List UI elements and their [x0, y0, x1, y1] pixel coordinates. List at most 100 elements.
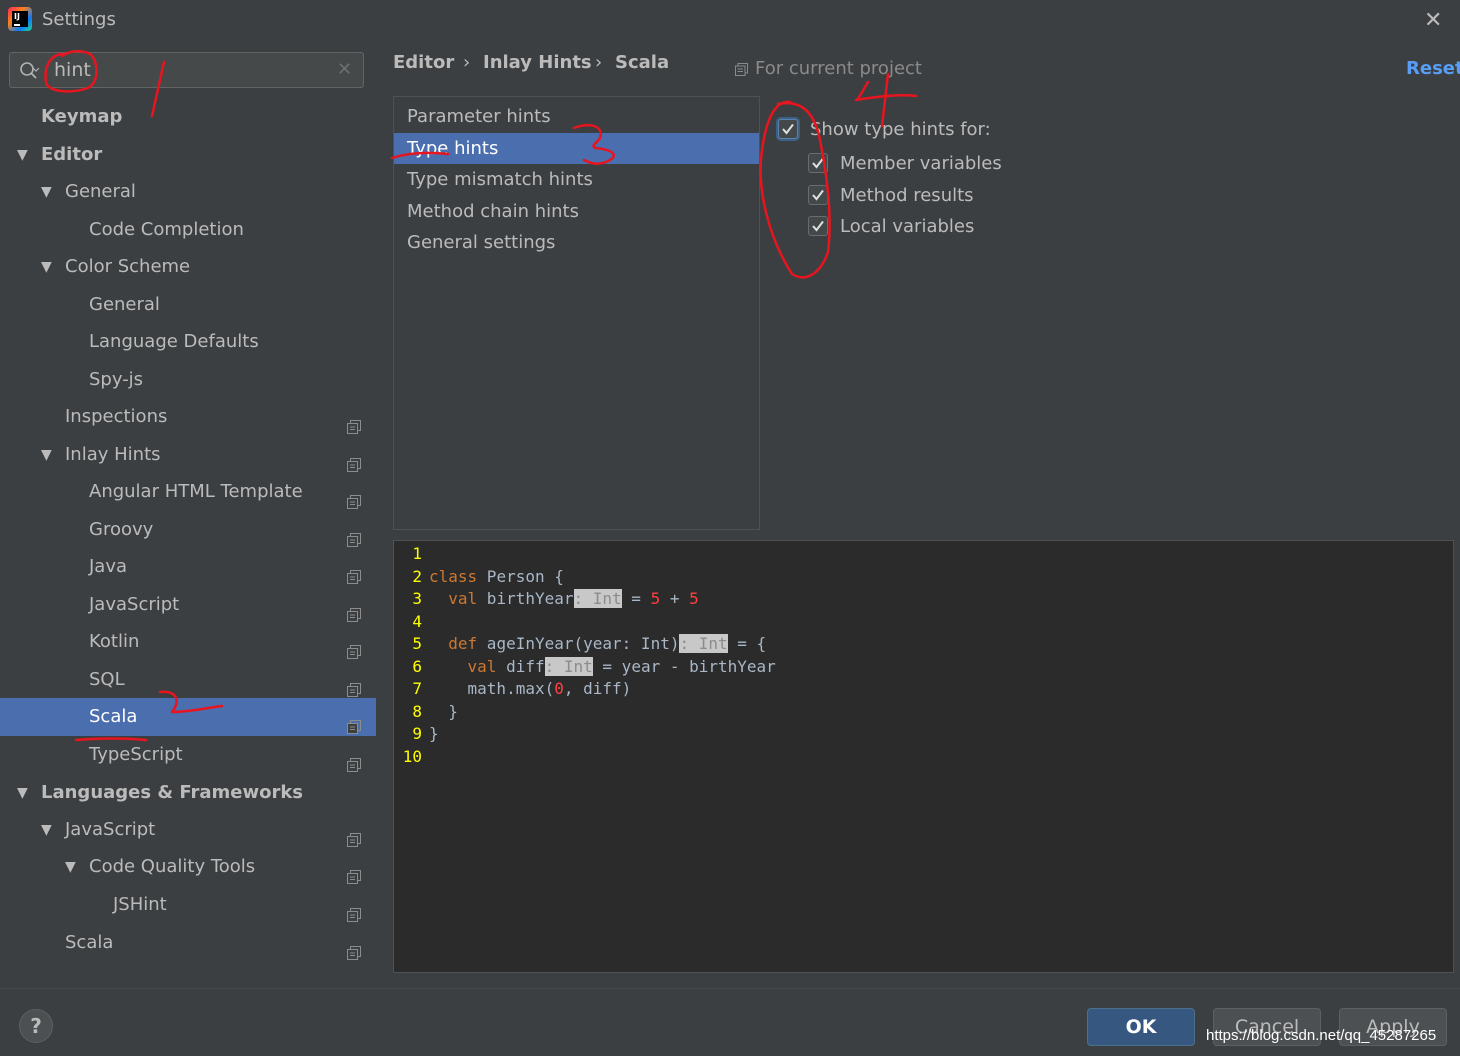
check-icon: [782, 123, 794, 135]
tree-item-label: Spy-js: [89, 369, 144, 390]
tree-item-scala[interactable]: Scala: [0, 698, 376, 736]
line-number: 3: [412, 589, 422, 608]
tree-item-label: Inspections: [65, 406, 168, 427]
line-number: 9: [412, 724, 422, 743]
hint-category-general-settings[interactable]: General settings: [394, 227, 759, 258]
window-title: Settings: [42, 9, 116, 30]
check-icon: [812, 189, 824, 201]
tree-item-label: JavaScript: [89, 594, 180, 615]
project-scope-icon: [347, 635, 361, 659]
tree-item-keymap[interactable]: Keymap: [0, 98, 376, 136]
tree-item-angular-html-template[interactable]: Angular HTML Template: [0, 473, 376, 511]
tree-item-code-completion[interactable]: Code Completion: [0, 211, 376, 249]
tree-item-label: JavaScript: [65, 819, 156, 840]
hint-category-type-hints[interactable]: Type hints: [394, 132, 759, 164]
tree-item-spy-js[interactable]: Spy-js: [0, 361, 376, 399]
tree-item-editor[interactable]: ▼ Editor: [0, 136, 376, 174]
breadcrumb-item-editor: Editor: [393, 52, 455, 73]
tree-item-general[interactable]: General: [0, 286, 376, 324]
expand-arrow-icon[interactable]: ▼: [41, 436, 52, 474]
tree-item-inlay-hints[interactable]: ▼ Inlay Hints: [0, 436, 376, 474]
breadcrumb-separator: ›: [463, 52, 471, 73]
tree-item-general[interactable]: ▼ General: [0, 173, 376, 211]
project-scope-icon: [735, 63, 748, 76]
checkbox[interactable]: [808, 153, 828, 173]
tree-item-label: Languages & Frameworks: [41, 782, 304, 803]
search-input[interactable]: [54, 57, 324, 83]
tree-item-code-quality-tools[interactable]: ▼ Code Quality Tools: [0, 848, 376, 886]
tree-item-label: Color Scheme: [65, 256, 191, 277]
project-scope-icon: [347, 898, 361, 922]
tree-item-languages-and-frameworks[interactable]: ▼ Languages & Frameworks: [0, 774, 376, 812]
tree-item-label: Editor: [41, 144, 103, 165]
checkbox[interactable]: [808, 185, 828, 205]
tree-item-label: Java: [89, 556, 128, 577]
local-variables-checkbox[interactable]: Local variables: [808, 214, 1028, 240]
expand-arrow-icon[interactable]: ▼: [65, 848, 76, 886]
tree-item-javascript[interactable]: JavaScript: [0, 586, 376, 624]
expand-arrow-icon[interactable]: ▼: [17, 136, 28, 174]
member-variables-checkbox[interactable]: Member variables: [808, 151, 1028, 177]
method-results-checkbox[interactable]: Method results: [808, 183, 1028, 209]
expand-arrow-icon[interactable]: ▼: [41, 811, 52, 849]
code-preview[interactable]: 1 2 class Person {3 val birthYear: Int = 5…: [393, 540, 1454, 973]
line-number: 5: [412, 634, 422, 653]
tree-item-typescript[interactable]: TypeScript: [0, 736, 376, 774]
code-text: val birthYear: Int = 5 + 5: [448, 589, 699, 608]
checkbox-label: Method results: [840, 185, 974, 206]
tree-item-label: Scala: [65, 932, 114, 953]
hint-category-list: Parameter hints Type hints Type mismatch h…: [393, 96, 760, 530]
tree-item-inspections[interactable]: Inspections: [0, 398, 376, 436]
close-icon[interactable]: ✕: [1424, 8, 1442, 33]
help-button[interactable]: ?: [19, 1009, 53, 1043]
line-number: 2: [412, 566, 422, 586]
tree-item-java[interactable]: Java: [0, 548, 376, 586]
code-text: val diff: Int = year - birthYear: [467, 656, 776, 676]
breadcrumb-separator: ›: [595, 52, 603, 73]
project-scope-icon: [347, 410, 361, 434]
line-number: 7: [412, 679, 422, 698]
tree-item-label: JSHint: [113, 894, 167, 915]
expand-arrow-icon[interactable]: ▼: [41, 248, 52, 286]
hint-category-type-mismatch-hints[interactable]: Type mismatch hints: [394, 164, 759, 195]
tree-item-label: Code Quality Tools: [89, 856, 256, 877]
expand-arrow-icon[interactable]: ▼: [41, 173, 52, 211]
tree-item-label: Keymap: [41, 106, 123, 127]
checkbox[interactable]: [808, 216, 828, 236]
search-icon[interactable]: [18, 60, 40, 82]
intellij-app-icon: IJ: [8, 7, 32, 31]
scope-label: For current project: [755, 58, 922, 79]
tree-item-groovy[interactable]: Groovy: [0, 511, 376, 549]
tree-item-label: Scala: [89, 706, 138, 727]
ok-button[interactable]: OK: [1087, 1008, 1195, 1046]
check-icon: [812, 220, 824, 232]
project-scope-icon: [347, 673, 361, 697]
checkbox-label: Show type hints for:: [810, 119, 991, 140]
expand-arrow-icon[interactable]: ▼: [17, 774, 28, 812]
tree-item-jshint[interactable]: JSHint: [0, 886, 376, 924]
hint-category-method-chain-hints[interactable]: Method chain hints: [394, 196, 759, 227]
check-icon: [812, 157, 824, 169]
project-scope-icon: [347, 936, 361, 960]
tree-item-sql[interactable]: SQL: [0, 661, 376, 699]
show-type-hints-checkbox[interactable]: Show type hints for:: [778, 117, 1038, 143]
tree-item-kotlin[interactable]: Kotlin: [0, 623, 376, 661]
inlay-type-hint: : Int: [573, 589, 622, 608]
project-scope-icon: [347, 560, 361, 584]
code-text: def ageInYear(year: Int): Int = {: [448, 634, 767, 653]
code-text: math.max(0, diff): [429, 679, 632, 698]
tree-item-javascript[interactable]: ▼ JavaScript: [0, 811, 376, 849]
clear-search-icon[interactable]: ✕: [337, 59, 352, 80]
code-text: class Person {: [429, 566, 564, 586]
tree-item-language-defaults[interactable]: Language Defaults: [0, 323, 376, 361]
tree-item-label: General: [89, 294, 160, 315]
search-box[interactable]: ✕: [9, 52, 364, 88]
reset-link[interactable]: Reset: [1406, 58, 1460, 79]
project-scope-icon: [347, 523, 361, 547]
checkbox[interactable]: [778, 119, 798, 139]
tree-item-scala[interactable]: Scala: [0, 924, 376, 962]
tree-item-label: Language Defaults: [89, 331, 259, 352]
project-scope-icon: [347, 485, 361, 509]
tree-item-color-scheme[interactable]: ▼ Color Scheme: [0, 248, 376, 286]
hint-category-parameter-hints[interactable]: Parameter hints: [394, 101, 759, 132]
